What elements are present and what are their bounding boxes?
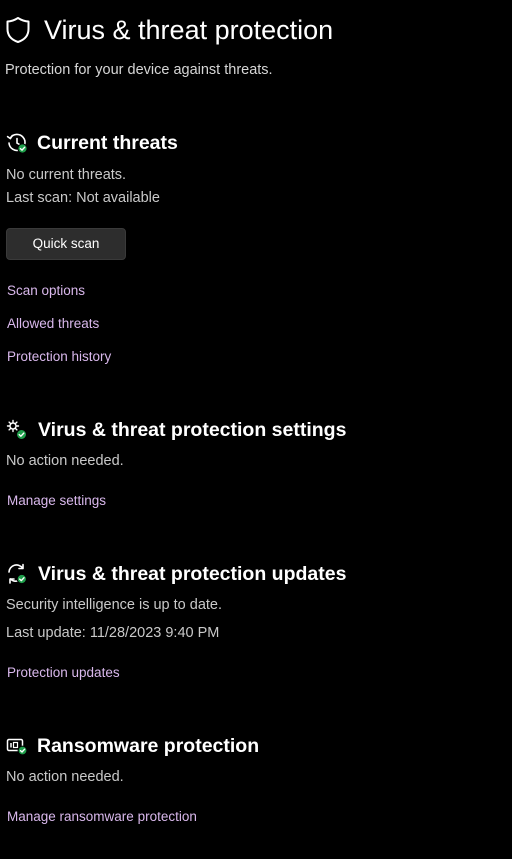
allowed-threats-link[interactable]: Allowed threats — [7, 315, 99, 333]
current-threats-status: No current threats. — [6, 167, 127, 183]
section-title-protection-settings: Virus & threat protection settings — [38, 419, 347, 441]
last-scan-text: Last scan: Not available — [6, 190, 160, 206]
quick-scan-button[interactable]: Quick scan — [6, 228, 126, 260]
refresh-check-icon — [8, 563, 27, 585]
history-check-icon — [6, 133, 28, 154]
section-title-current-threats: Current threats — [37, 132, 178, 154]
ransomware-folder-icon — [6, 738, 28, 756]
shield-icon — [6, 17, 30, 43]
section-title-ransomware: Ransomware protection — [37, 735, 260, 757]
protection-settings-status: No action needed. — [6, 453, 124, 469]
manage-ransomware-link[interactable]: Manage ransomware protection — [7, 808, 197, 826]
manage-settings-link[interactable]: Manage settings — [7, 492, 106, 510]
last-update-text: Last update: 11/28/2023 9:40 PM — [6, 625, 220, 641]
protection-updates-link[interactable]: Protection updates — [7, 664, 120, 682]
protection-history-link[interactable]: Protection history — [7, 348, 111, 366]
section-title-protection-updates: Virus & threat protection updates — [38, 563, 347, 585]
protection-updates-status: Security intelligence is up to date. — [6, 597, 223, 613]
settings-gears-icon — [6, 419, 27, 440]
ransomware-status: No action needed. — [6, 769, 124, 785]
scan-options-link[interactable]: Scan options — [7, 282, 85, 300]
page-title: Virus & threat protection — [44, 15, 334, 45]
page-subtitle: Protection for your device against threa… — [5, 62, 273, 78]
